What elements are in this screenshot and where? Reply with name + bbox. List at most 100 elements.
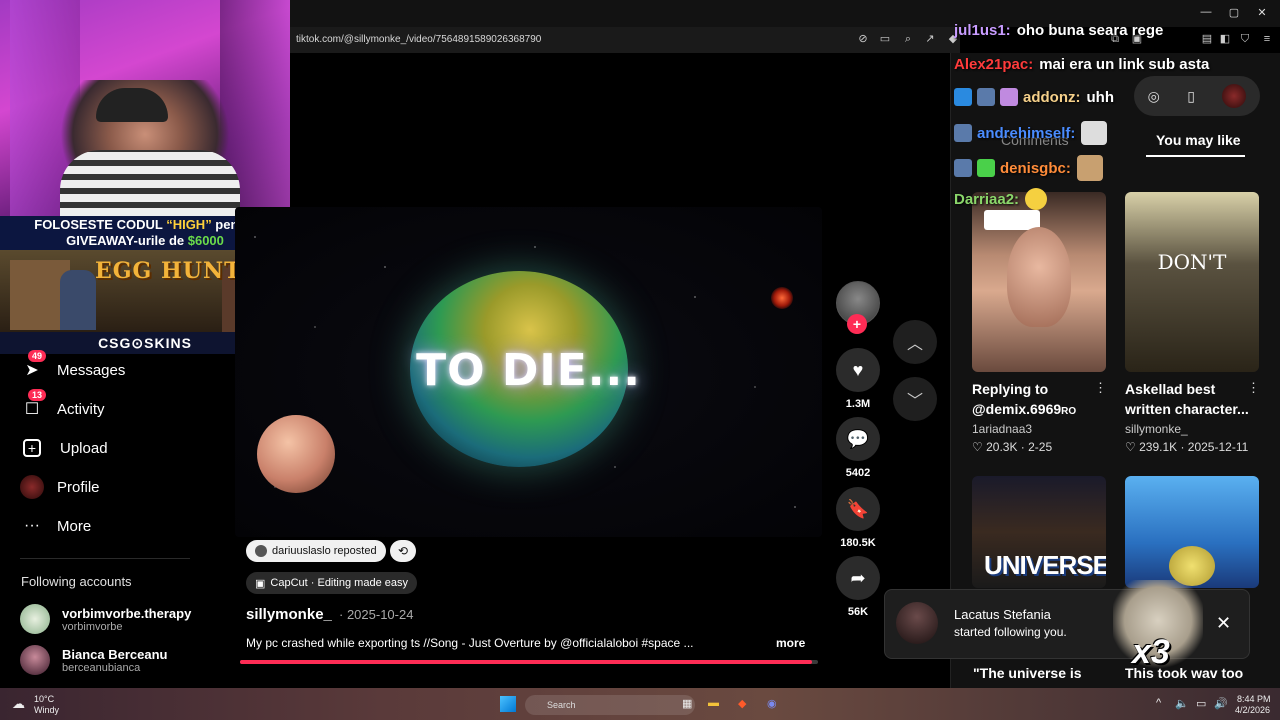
capcut-icon: ▣ (255, 577, 266, 590)
like-action[interactable]: ♥ 1.3M (836, 348, 880, 410)
share-action[interactable]: ➦ 56K (836, 556, 880, 618)
more-options-icon[interactable]: ⋮ (1247, 380, 1260, 396)
chat-message: denisgbc: (954, 155, 1108, 181)
brave-browser-icon[interactable]: ◆ (738, 697, 746, 710)
share-icon[interactable]: ↗ (923, 32, 937, 46)
chat-message: jul1us1: oho buna seara rege (954, 22, 1163, 39)
follow-button[interactable]: + (847, 314, 867, 334)
maximize-icon[interactable]: ▢ (1224, 6, 1244, 19)
compass-icon[interactable]: ◎ (1148, 88, 1160, 105)
chevron-up-icon[interactable]: ^ (1156, 697, 1161, 709)
heart-icon[interactable]: ♥ (836, 348, 880, 392)
chat-username: Darriaa2: (954, 190, 1020, 208)
recommendation-thumbnail[interactable] (972, 192, 1106, 372)
face-graphic (1007, 227, 1071, 327)
share-arrow-icon[interactable]: ➦ (836, 556, 880, 600)
chat-username: Alex21pac: (954, 56, 1034, 73)
chat-message: andrehimself: (954, 121, 1112, 145)
weather-desc[interactable]: Windy (34, 705, 59, 715)
notification-name: Lacatus Stefania (954, 607, 1051, 622)
tab-you-may-like[interactable]: You may like (1156, 132, 1241, 148)
badge-icon (954, 88, 972, 106)
reader-icon[interactable]: ▭ (878, 32, 892, 46)
chat-text: mai era un link sub asta (1039, 56, 1210, 73)
plus-square-icon: + (23, 439, 41, 457)
recommendation-author[interactable]: sillymonke_ (1125, 422, 1188, 436)
repost-icon[interactable]: ⟲ (390, 540, 416, 562)
close-icon[interactable]: ✕ (1216, 613, 1231, 634)
taskbar-search[interactable]: Search (525, 695, 695, 715)
chat-text: uhh (1086, 88, 1115, 106)
messages-badge: 49 (28, 350, 47, 362)
streamer-shirt (60, 150, 240, 216)
comment-count: 5402 (845, 467, 871, 479)
sidebar-item-label: Upload (60, 439, 108, 457)
weather-temp[interactable]: 10°C (34, 694, 54, 704)
gift-icon (977, 159, 995, 177)
recommendation-thumbnail[interactable]: DON'T (1125, 192, 1259, 372)
speaker-icon[interactable]: 🔈 (1175, 697, 1189, 710)
sidebar-item-label: Activity (57, 400, 105, 418)
recommendation-thumbnail[interactable] (1125, 476, 1259, 588)
close-window-icon[interactable]: ✕ (1252, 6, 1272, 19)
avatar[interactable] (1222, 84, 1247, 108)
phone-icon[interactable]: ▯ (1187, 88, 1195, 105)
following-account[interactable]: vorbimvorbe.therapy vorbimvorbe (20, 604, 191, 634)
previous-video-button[interactable]: ︿ (893, 320, 937, 364)
sidebar-item-messages[interactable]: ➤ 49 Messages (20, 350, 125, 383)
clock-time[interactable]: 8:44 PM (1237, 694, 1271, 704)
recommendation-title[interactable]: Replying to @demix.6969RO (972, 379, 1102, 422)
recommendation-author[interactable]: 1ariadnaa3 (972, 422, 1032, 436)
repost-pill[interactable]: dariuuslaslo reposted (246, 540, 386, 562)
sidebar-item-label: More (57, 517, 92, 535)
video-description: My pc crashed while exporting ts //Song … (246, 636, 694, 650)
zoom-icon[interactable]: ⌕ (901, 32, 915, 46)
sidebar-item-profile[interactable]: Profile (20, 474, 100, 500)
sidebar-toggle-icon[interactable]: ◧ (1218, 32, 1232, 46)
chat-username: addonz: (1023, 88, 1081, 106)
comment-action[interactable]: 💬 5402 (836, 417, 880, 479)
video-player[interactable]: TO DIE... (235, 207, 822, 537)
sidebar-item-more[interactable]: ··· More (20, 513, 91, 539)
repost-label: dariuuslaslo reposted (272, 545, 377, 557)
weather-icon[interactable]: ☁ (12, 696, 25, 712)
sidebar-item-upload[interactable]: + Upload (20, 435, 108, 461)
next-video-button[interactable]: ﹀ (893, 377, 937, 421)
panel-controls[interactable]: ◎ ▯ (1134, 76, 1260, 116)
recommendation-title[interactable]: Askellad best written character... (1125, 379, 1255, 419)
more-options-icon[interactable]: ⋮ (1094, 380, 1107, 396)
sidebar-item-label: Profile (57, 478, 100, 496)
task-view-icon[interactable]: ▦ (682, 697, 692, 710)
comment-icon[interactable]: 💬 (836, 417, 880, 461)
clock-date[interactable]: 4/2/2026 (1235, 705, 1270, 715)
recommendation-title[interactable]: "The universe is (973, 665, 1082, 681)
network-icon[interactable]: ▭ (1196, 697, 1206, 710)
url-text[interactable]: tiktok.com/@sillymonke_/video/7564891589… (296, 34, 541, 45)
discord-icon[interactable]: ◉ (767, 697, 777, 710)
shield-icon[interactable]: ⛉ (1238, 32, 1252, 46)
no-translate-icon[interactable]: ⊘ (856, 32, 870, 46)
volume-icon[interactable]: 🔊 (1214, 697, 1228, 710)
menu-icon[interactable]: ≡ (1260, 32, 1274, 46)
file-explorer-icon[interactable]: ▬ (708, 697, 719, 709)
chat-username: jul1us1: (954, 22, 1011, 39)
video-progress-fill (240, 660, 813, 664)
gift-icon (1000, 88, 1018, 106)
chat-message: addonz: uhh (954, 88, 1114, 106)
notification-message: started following you. (954, 625, 1067, 639)
bookmark-icon[interactable]: 🔖 (836, 487, 880, 531)
capcut-pill[interactable]: ▣ CapCut · Editing made easy (246, 572, 417, 594)
sidebar-item-activity[interactable]: ☐ 13 Activity (20, 389, 105, 422)
chevron-up-icon: ︿ (906, 336, 923, 353)
video-author[interactable]: sillymonke_ (246, 606, 332, 623)
windows-start-icon[interactable] (500, 696, 516, 712)
inbox-icon: ☐ 13 (20, 389, 47, 421)
minimize-icon[interactable]: — (1196, 6, 1216, 18)
following-account[interactable]: Bianca Berceanu berceanubianca (20, 645, 168, 675)
more-button[interactable]: more (776, 636, 805, 650)
reply-sticker (984, 210, 1040, 230)
save-action[interactable]: 🔖 180.5K (836, 487, 880, 549)
recommendation-stats: ♡ 239.1K · 2025-12-11 (1125, 440, 1249, 454)
recommendation-thumbnail[interactable]: UNIVERSE. (972, 476, 1106, 588)
wallet-icon[interactable]: ▤ (1200, 32, 1214, 46)
